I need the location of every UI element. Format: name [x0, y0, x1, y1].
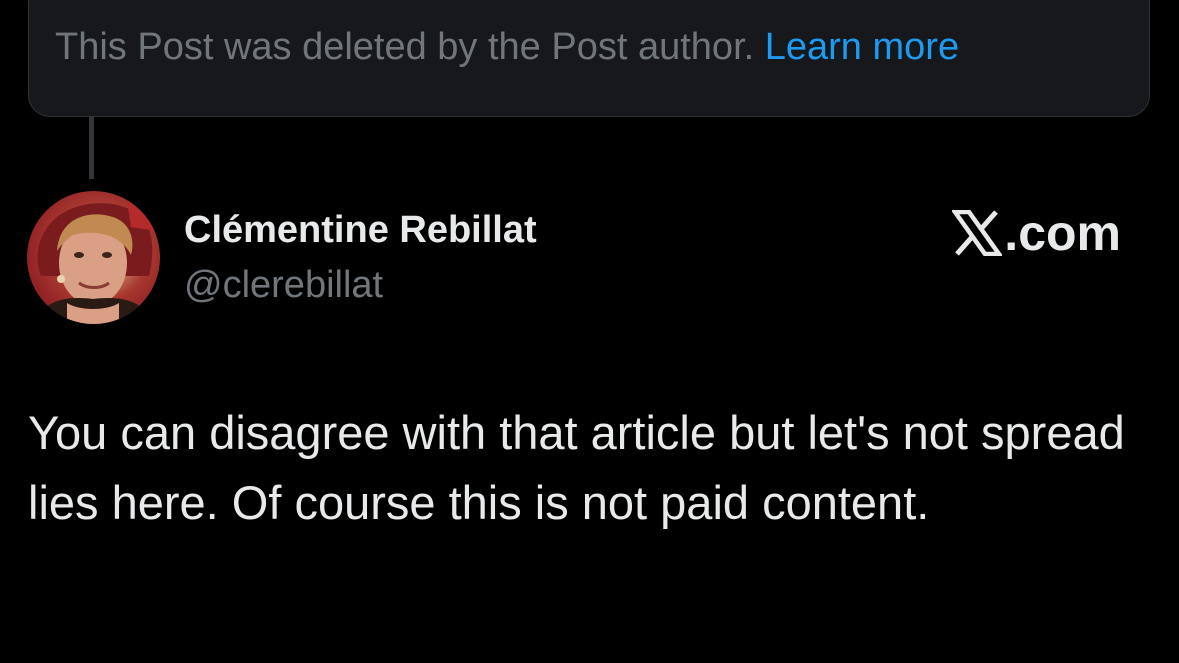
user-avatar-photo-icon	[37, 201, 157, 324]
post-text: You can disagree with that article but l…	[28, 406, 1125, 529]
avatar[interactable]	[27, 191, 160, 324]
thread-connector-line	[89, 117, 94, 179]
author-display-name[interactable]: Clémentine Rebillat	[184, 207, 537, 253]
x-logo-icon	[952, 210, 1003, 256]
author-handle[interactable]: @clerebillat	[184, 262, 383, 308]
learn-more-link[interactable]: Learn more	[765, 26, 959, 68]
brand-domain-label: .com	[1004, 205, 1121, 261]
deleted-notice-text: This Post was deleted by the Post author…	[55, 26, 765, 68]
x-com-brand: .com	[952, 205, 1121, 261]
deleted-post-notice: This Post was deleted by the Post author…	[28, 0, 1150, 117]
